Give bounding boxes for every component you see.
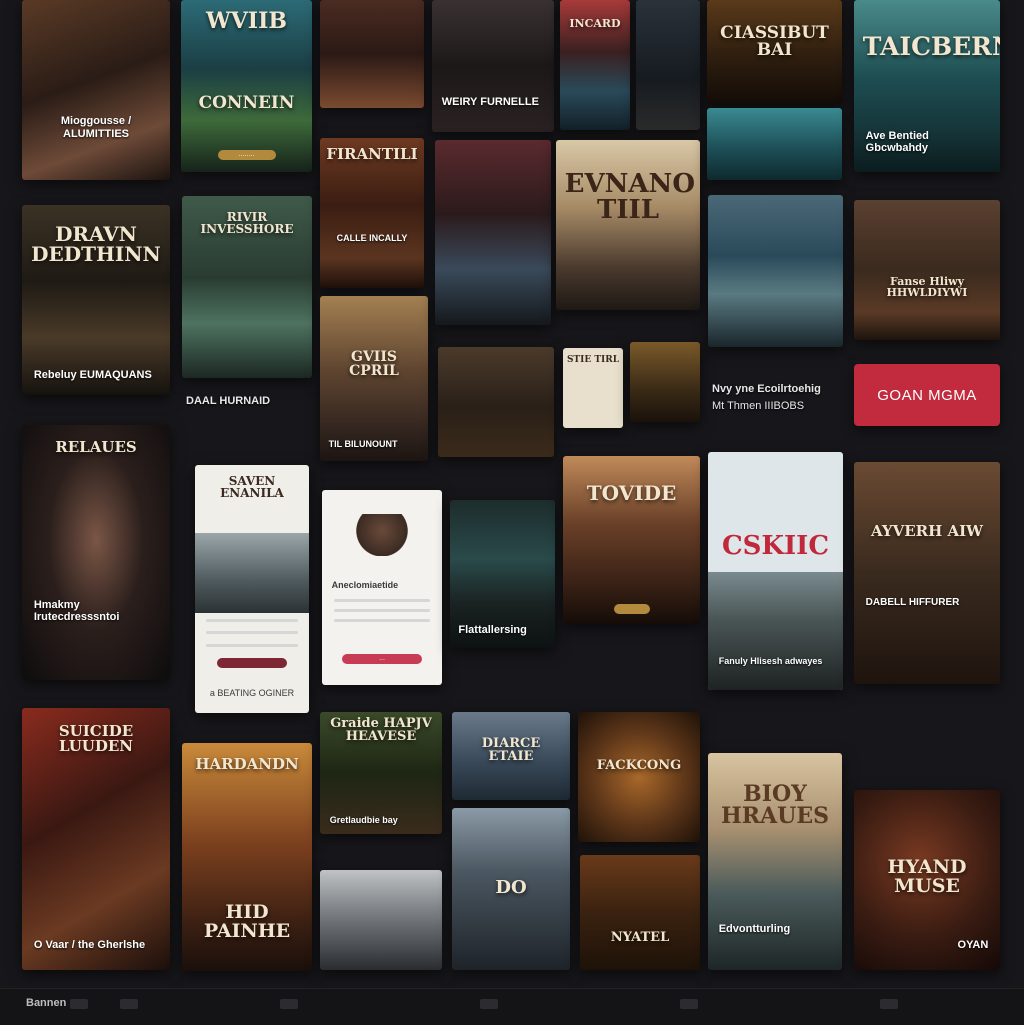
menu-icon[interactable] bbox=[120, 999, 138, 1009]
poster-button[interactable]: ... bbox=[342, 653, 422, 664]
poster-button[interactable]: ........ bbox=[217, 149, 276, 160]
poster-title: BIOY HRAUES bbox=[721, 781, 829, 830]
poster-card[interactable] bbox=[438, 347, 554, 457]
poster-title: SAVEN ENANILA bbox=[220, 473, 284, 500]
poster-card[interactable]: CSKIIC Fanuly Hlisesh adwayes bbox=[708, 452, 843, 690]
poster-title: RIVIR INVESSHORE bbox=[200, 209, 294, 236]
poster-title: NYATEL bbox=[610, 929, 670, 945]
promo-button[interactable]: GOAN MGMA bbox=[854, 364, 1000, 426]
poster-title: AYVERH AIW bbox=[870, 522, 984, 541]
poster-card[interactable]: WEIRY FURNELLE bbox=[432, 0, 554, 132]
footer-bar: Bannen bbox=[0, 988, 1024, 1025]
menu-icon[interactable] bbox=[680, 999, 698, 1009]
poster-card[interactable]: STIE TIRL bbox=[563, 348, 623, 428]
poster-subtitle: CONNEIN bbox=[198, 92, 295, 113]
menu-icon[interactable] bbox=[480, 999, 498, 1009]
poster-card[interactable] bbox=[636, 0, 700, 130]
poster-title: CSKIIC bbox=[721, 530, 830, 561]
poster-card[interactable]: Flattallersing bbox=[450, 500, 555, 648]
poster-card[interactable]: BIOY HRAUES Edvontturling bbox=[708, 753, 842, 970]
caption-text: Nvy yne Ecoilrtoehig bbox=[712, 383, 821, 395]
poster-title: DO bbox=[495, 877, 527, 899]
poster-title: TOVIDE bbox=[586, 480, 677, 505]
poster-button[interactable] bbox=[613, 603, 650, 614]
poster-title: SUICIDE LUUDEN bbox=[58, 721, 134, 755]
poster-title: TAICBERN bbox=[862, 32, 1000, 62]
poster-title: DRAVN DEDTHINN bbox=[31, 222, 161, 266]
poster-subtitle: Mioggousse / ALUMITTIES bbox=[60, 115, 132, 140]
poster-title: Fanse Hliwy HHWLDIYWI bbox=[886, 274, 968, 299]
poster-card[interactable]: AYVERH AIW DABELL HIFFURER bbox=[854, 462, 1000, 684]
poster-title: INCARD bbox=[569, 17, 621, 31]
poster-card[interactable]: SAVEN ENANILA a BEATING OGINER bbox=[195, 465, 309, 713]
poster-card[interactable]: TAICBERN Ave Bentied Gbcwbahdy bbox=[854, 0, 1000, 172]
poster-subtitle: Gretlaudbie bay bbox=[329, 815, 398, 826]
poster-title: DIARCE ETAIE bbox=[481, 735, 541, 764]
poster-subtitle: Hmakmy Irutecdresssntoi bbox=[33, 598, 120, 624]
poster-card[interactable]: SUICIDE LUUDEN O Vaar / the Gherlshe bbox=[22, 708, 170, 970]
poster-card[interactable]: HARDANDN HID PAINHE bbox=[182, 743, 312, 971]
poster-title: WVIIB bbox=[206, 8, 287, 35]
poster-card[interactable]: NYATEL bbox=[580, 855, 700, 970]
poster-card[interactable]: RIVIR INVESSHORE bbox=[182, 196, 312, 378]
poster-title: CIASSIBUT BAI bbox=[720, 22, 829, 60]
poster-card[interactable]: Graide HAPJV HEAVESE Gretlaudbie bay bbox=[320, 712, 442, 834]
poster-title: HYAND MUSE bbox=[887, 856, 967, 898]
poster-card[interactable] bbox=[320, 0, 424, 108]
poster-card[interactable]: WVIIB CONNEIN ........ bbox=[181, 0, 312, 172]
caption-text: DAAL HURNAID bbox=[186, 395, 271, 407]
app-icon[interactable] bbox=[70, 999, 88, 1009]
poster-card[interactable]: FIRANTILI CALLE INCALLY bbox=[320, 138, 424, 288]
poster-subtitle: WEIRY FURNELLE bbox=[441, 95, 539, 108]
poster-card[interactable]: Mioggousse / ALUMITTIES bbox=[22, 0, 170, 180]
poster-card[interactable]: EVNANO TIIL bbox=[556, 140, 700, 310]
poster-title: STIE TIRL bbox=[566, 355, 620, 365]
poster-card[interactable]: DIARCE ETAIE bbox=[452, 712, 570, 800]
poster-subtitle: a BEATING OGINER bbox=[209, 687, 295, 698]
menu-icon[interactable] bbox=[880, 999, 898, 1009]
poster-card[interactable] bbox=[630, 342, 700, 422]
poster-title: FIRANTILI bbox=[326, 145, 418, 163]
poster-title: Graide HAPJV HEAVESE bbox=[330, 715, 432, 744]
poster-card[interactable]: Aneclomiaetide ... bbox=[322, 490, 442, 685]
poster-title: FACKCONG bbox=[596, 757, 682, 773]
poster-title: RELAUES bbox=[55, 438, 137, 457]
poster-card[interactable]: TOVIDE bbox=[563, 456, 700, 624]
poster-title: GVIIS CPRIL bbox=[349, 349, 399, 380]
poster-card[interactable]: RELAUES Hmakmy Irutecdresssntoi bbox=[22, 425, 170, 680]
menu-icon[interactable] bbox=[280, 999, 298, 1009]
poster-subtitle: Flattallersing bbox=[458, 623, 527, 636]
poster-card[interactable]: INCARD bbox=[560, 0, 630, 130]
poster-subtitle: DABELL HIFFURER bbox=[865, 597, 960, 609]
caption-text: Mt Thmen IIIBOBS bbox=[712, 400, 805, 412]
poster-subtitle: Fanuly Hlisesh adwayes bbox=[718, 655, 823, 666]
poster-card[interactable]: CIASSIBUT BAI bbox=[707, 0, 842, 103]
poster-card[interactable]: GVIIS CPRIL TIL BILUNOUNT bbox=[320, 296, 428, 461]
poster-card[interactable] bbox=[707, 108, 842, 180]
poster-button[interactable] bbox=[217, 658, 287, 669]
poster-title: HARDANDN bbox=[195, 754, 299, 773]
poster-card[interactable]: DRAVN DEDTHINN Rebeluy EUMAQUANS bbox=[22, 205, 170, 395]
footer-label: Bannen bbox=[26, 997, 67, 1009]
poster-card[interactable]: Fanse Hliwy HHWLDIYWI bbox=[854, 200, 1000, 340]
poster-subtitle: Rebeluy EUMAQUANS bbox=[33, 369, 152, 382]
poster-name: Aneclomiaetide bbox=[331, 579, 399, 590]
poster-subtitle: HID PAINHE bbox=[203, 900, 291, 942]
poster-card[interactable]: DO bbox=[452, 808, 570, 970]
poster-subtitle: TIL BILUNOUNT bbox=[328, 439, 398, 450]
poster-subtitle: O Vaar / the Gherlshe bbox=[33, 939, 146, 952]
poster-subtitle: OYAN bbox=[957, 939, 989, 952]
poster-subtitle: CALLE INCALLY bbox=[336, 232, 408, 243]
poster-grid: Mioggousse / ALUMITTIES DRAVN DEDTHINN R… bbox=[0, 0, 1024, 1000]
poster-card[interactable] bbox=[708, 195, 843, 347]
poster-card[interactable]: FACKCONG bbox=[578, 712, 700, 842]
poster-card[interactable]: HYAND MUSE OYAN bbox=[854, 790, 1000, 970]
poster-card[interactable] bbox=[435, 140, 551, 325]
poster-title: EVNANO TIIL bbox=[564, 168, 695, 225]
poster-card[interactable] bbox=[320, 870, 442, 970]
poster-subtitle: Ave Bentied Gbcwbahdy bbox=[865, 129, 929, 155]
poster-subtitle: Edvontturling bbox=[718, 922, 791, 935]
